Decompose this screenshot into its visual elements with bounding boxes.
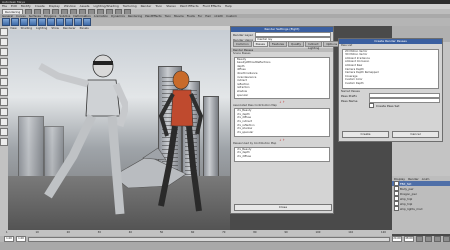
- contrib-passes-label: Passes Used by Contribution Map: [233, 142, 277, 146]
- associated-passes-label: Associated Pass Contribution Map: [233, 103, 277, 107]
- command-line[interactable]: [0, 242, 450, 250]
- render-settings-tabs: Common Passes Features Quality Indirect …: [231, 41, 341, 50]
- pass-prefix-label: Pass Prefix: [341, 93, 358, 98]
- render-layer-label: Render Layer: [233, 32, 253, 37]
- layer-tab-render[interactable]: Render: [408, 177, 419, 181]
- associated-passes-list[interactable]: ctx_Beauty ctx_depth ctx_diffuse ctx_ind…: [234, 108, 330, 138]
- list-item[interactable]: Custom Depth: [343, 82, 438, 86]
- shelf-area-light-icon[interactable]: [29, 18, 37, 26]
- shelf-camera-icon[interactable]: [2, 18, 10, 26]
- create-pass-set-checkbox[interactable]: [369, 103, 374, 109]
- pass-list[interactable]: 2D Motion Vector 3D Motion Vector Ambien…: [342, 48, 439, 89]
- pass-name-field[interactable]: [369, 97, 440, 104]
- shelf-shader-icon[interactable]: [56, 18, 64, 26]
- female-character[interactable]: [153, 66, 213, 226]
- layout-single-icon[interactable]: [0, 108, 8, 116]
- scale-tool-icon[interactable]: [0, 78, 8, 86]
- range-slider-bar[interactable]: [28, 236, 390, 242]
- perspective-viewport[interactable]: View Shading Lighting Show Renderer Pane…: [8, 26, 230, 230]
- contrib-passes-list[interactable]: ctx_Beauty ctx_depth ctx_diffuse: [234, 146, 330, 162]
- layer-tab-anim[interactable]: Anim: [422, 177, 430, 181]
- viewport-menu-panels[interactable]: Panels: [80, 26, 89, 30]
- tab-passes[interactable]: Passes: [252, 41, 268, 47]
- shelf-point-light-icon[interactable]: [38, 18, 46, 26]
- select-tool-icon[interactable]: [0, 28, 8, 36]
- layer-editor: Display Render Anim FBX_Skt Body_pwr Dra…: [392, 176, 450, 234]
- shelf-spotlight-icon[interactable]: [20, 18, 28, 26]
- tab-quality[interactable]: Quality: [288, 41, 305, 47]
- create-pass-set-label: Create Pass Set: [376, 103, 400, 108]
- create-button[interactable]: Create: [342, 131, 389, 138]
- shelf-batch-render-icon[interactable]: [83, 18, 91, 26]
- layout-four-icon[interactable]: [0, 118, 8, 126]
- robot-character[interactable]: [28, 46, 128, 226]
- shelf: [0, 18, 450, 26]
- tab-features[interactable]: Features: [268, 41, 288, 47]
- viewport-menu-show[interactable]: Show: [51, 26, 59, 30]
- shelf-render-icon[interactable]: [65, 18, 73, 26]
- create-render-passes-window: Create Render Passes Pass List 2D Motion…: [338, 38, 443, 142]
- viewport-menu-lighting[interactable]: Lighting: [36, 26, 47, 30]
- rotate-tool-icon[interactable]: [0, 68, 8, 76]
- layer-visibility-toggle[interactable]: [394, 206, 399, 211]
- close-button[interactable]: Close: [234, 204, 332, 211]
- manipulator-icon[interactable]: [0, 88, 8, 96]
- layer-tab-display[interactable]: Display: [394, 177, 405, 181]
- list-item[interactable]: ctx_specular: [235, 131, 329, 135]
- tab-common[interactable]: Common: [233, 41, 252, 47]
- viewport-menubar: View Shading Lighting Show Renderer Pane…: [8, 26, 230, 30]
- pass-name-label: Pass Name: [341, 98, 358, 103]
- paint-select-icon[interactable]: [0, 48, 8, 56]
- last-tool-icon[interactable]: [0, 98, 8, 106]
- viewport-menu-renderer[interactable]: Renderer: [63, 26, 76, 30]
- scene-passes-label: Scene Passes: [233, 52, 251, 55]
- scene-passes-list[interactable]: Beauty beautyWithoutReflections depth di…: [234, 56, 330, 99]
- shelf-ipr-icon[interactable]: [74, 18, 82, 26]
- viewport-menu-shading[interactable]: Shading: [21, 26, 32, 30]
- lasso-tool-icon[interactable]: [0, 38, 8, 46]
- pass-list-label: Pass List: [341, 44, 353, 47]
- layout-persp-graph-icon[interactable]: [0, 128, 8, 136]
- list-item[interactable]: ctx_diffuse: [235, 155, 329, 159]
- shelf-material-icon[interactable]: [47, 18, 55, 26]
- list-item[interactable]: specular: [235, 94, 329, 98]
- layer-row[interactable]: ship_lights_mod: [392, 206, 450, 211]
- viewport-menu-view[interactable]: View: [10, 26, 17, 30]
- layout-outliner-icon[interactable]: [0, 138, 8, 146]
- cancel-button[interactable]: Cancel: [392, 131, 439, 138]
- shelf-light-icon[interactable]: [11, 18, 19, 26]
- tab-indirect-lighting[interactable]: Indirect Lighting: [305, 41, 323, 50]
- toolbox: [0, 26, 8, 234]
- render-settings-window: Render Settings (Eight) Render Layer Ren…: [230, 26, 341, 214]
- move-tool-icon[interactable]: [0, 58, 8, 66]
